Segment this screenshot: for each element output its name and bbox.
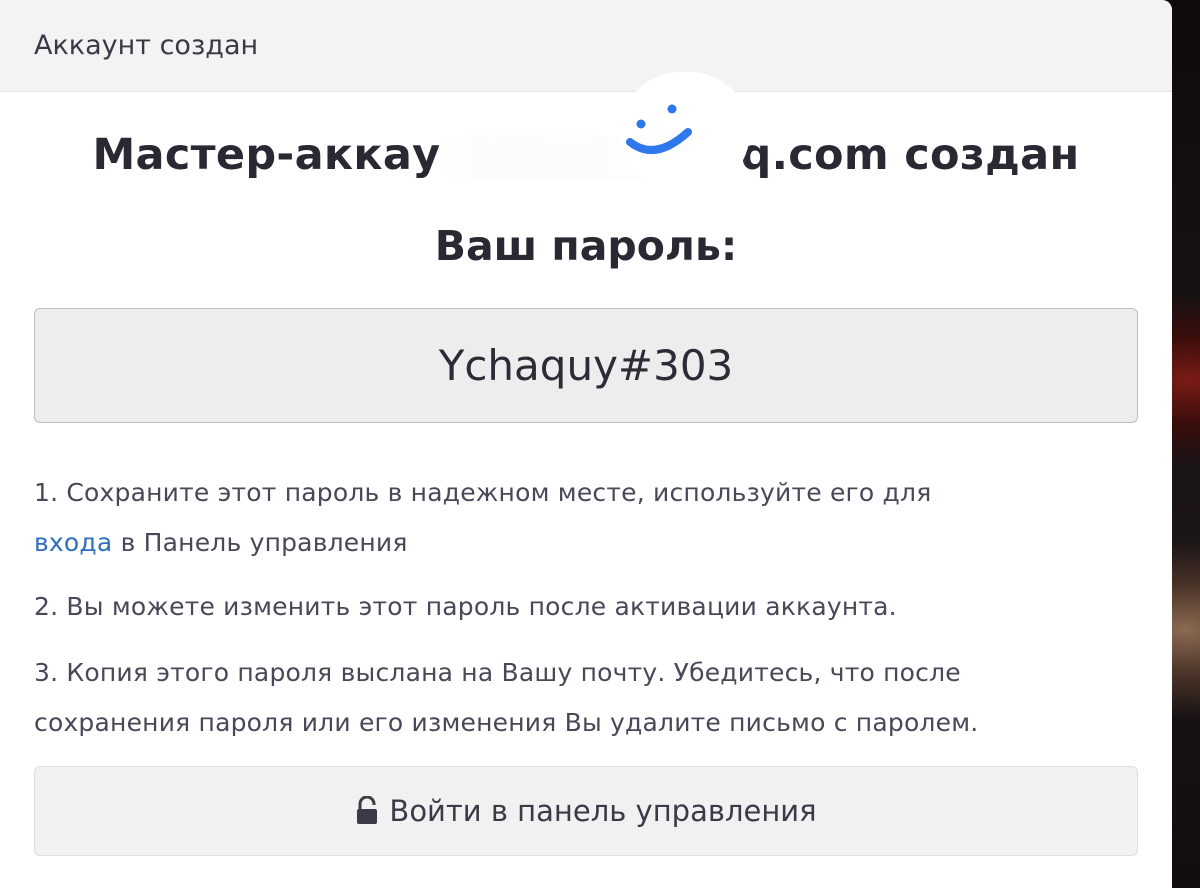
master-account-suffix: q.com создан <box>740 130 1080 180</box>
note-1: 1. Сохраните этот пароль в надежном мест… <box>34 468 1134 568</box>
modal-header: Аккаунт создан <box>0 0 1172 92</box>
login-dashboard-button[interactable]: Войти в панель управления <box>34 766 1138 856</box>
unlock-icon <box>357 796 378 824</box>
master-account-prefix: Мастер-аккау <box>92 130 441 180</box>
account-created-modal: Аккаунт создан Мастер-аккау q.com создан … <box>0 0 1172 888</box>
master-account-heading: Мастер-аккау q.com создан <box>0 130 1172 180</box>
note-3: 3. Копия этого пароля выслана на Вашу по… <box>34 648 1134 748</box>
note-1-text-b: в Панель управления <box>112 528 408 557</box>
note-1-text: 1. Сохраните этот пароль в надежном мест… <box>34 478 932 507</box>
password-field[interactable]: Ychaquy#303 <box>34 308 1138 423</box>
login-button-label: Войти в панель управления <box>389 794 817 828</box>
login-link[interactable]: входа <box>34 528 112 557</box>
password-label: Ваш пароль: <box>434 222 738 270</box>
smiley-icon <box>626 104 692 154</box>
note-3-line-2: сохранения пароля или его изменения Вы у… <box>34 708 979 737</box>
note-3-line-1: 3. Копия этого пароля выслана на Вашу по… <box>34 658 961 687</box>
smiley-overlay <box>620 72 750 192</box>
modal-title: Аккаунт создан <box>34 30 259 61</box>
password-value[interactable]: Ychaquy#303 <box>439 341 734 390</box>
note-2: 2. Вы можете изменить этот пароль после … <box>34 592 897 621</box>
